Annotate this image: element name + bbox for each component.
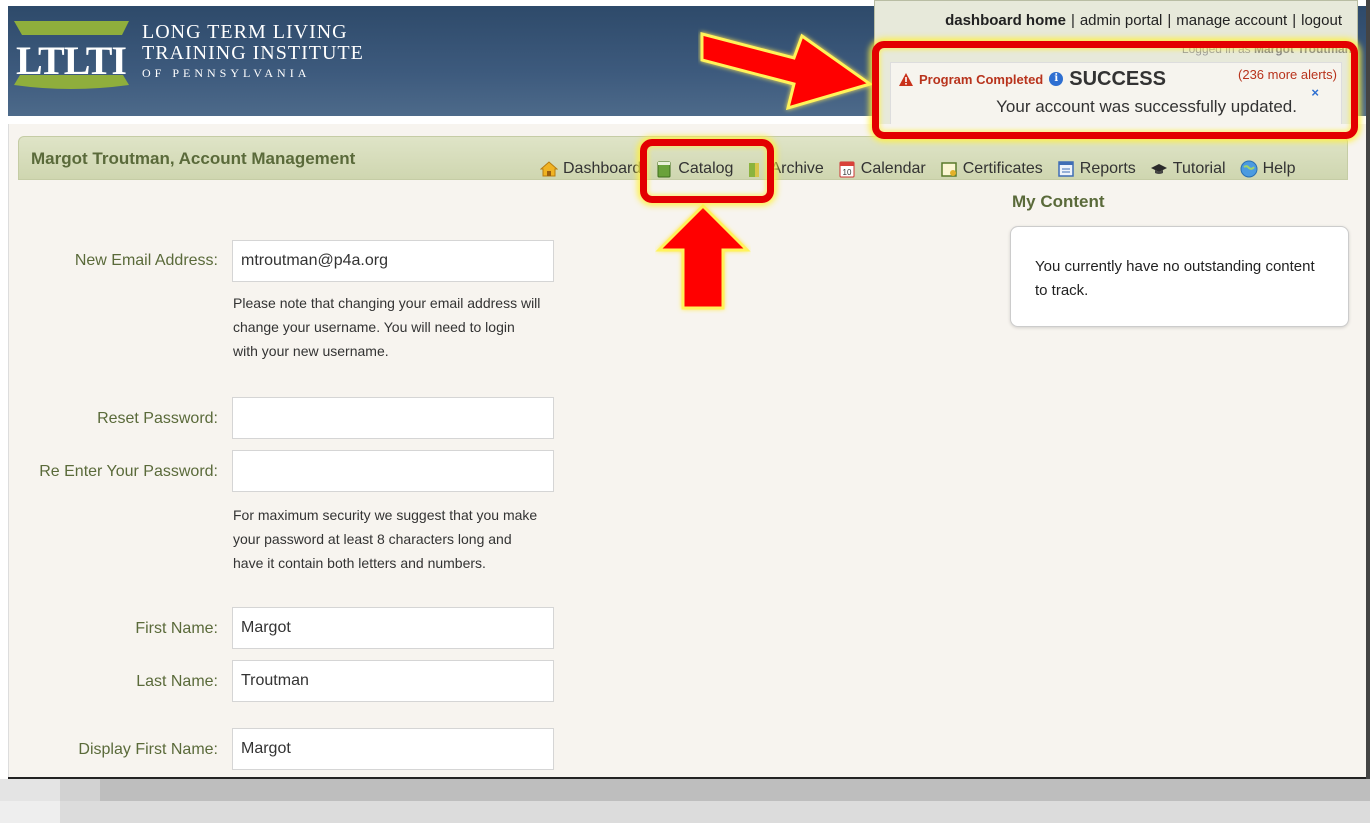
nav-dashboard[interactable]: Dashboard xyxy=(540,160,641,178)
separator: | xyxy=(1292,12,1297,29)
bottom-strip-segment xyxy=(0,801,60,823)
nav-help[interactable]: Help xyxy=(1240,160,1296,178)
logo-bottom-leaf-icon xyxy=(14,75,129,89)
nav-certificates-label: Certificates xyxy=(962,160,1043,177)
nav-dashboard-label: Dashboard xyxy=(563,160,642,177)
bottom-strip xyxy=(0,801,1370,823)
manage-account-link[interactable]: manage account xyxy=(1176,12,1287,29)
my-content-title: My Content xyxy=(1012,192,1105,211)
nav-certificates[interactable]: Certificates xyxy=(940,160,1043,178)
nav-help-label: Help xyxy=(1262,160,1296,177)
my-content-message: You currently have no outstanding conten… xyxy=(1035,258,1315,299)
graduation-cap-icon xyxy=(1150,164,1167,174)
logo-top-leaf-icon xyxy=(14,21,129,35)
bottom-strip xyxy=(0,779,1370,801)
bottom-strip-segment xyxy=(60,779,100,801)
catalog-highlight-box xyxy=(640,139,774,203)
nav-reports-label: Reports xyxy=(1079,160,1136,177)
ltlti-logo[interactable]: LTLTI xyxy=(14,19,129,91)
email-help-text: Please note that changing your email add… xyxy=(233,295,541,359)
calendar-icon-day: 10 xyxy=(842,168,851,177)
last-name-field[interactable] xyxy=(232,660,554,702)
separator: | xyxy=(1167,12,1172,29)
red-arrow-right-annotation xyxy=(700,32,874,111)
calendar-icon: 10 xyxy=(839,161,855,178)
org-name: LONG TERM LIVING TRAINING INSTITUTE OF P… xyxy=(142,22,364,82)
help-globe-icon xyxy=(1240,160,1258,178)
display-first-name-field[interactable] xyxy=(232,728,554,770)
display-first-name-label: Display First Name: xyxy=(78,741,218,758)
org-name-line2: TRAINING INSTITUTE xyxy=(142,42,364,64)
page-title: Margot Troutman, Account Management xyxy=(31,149,356,168)
alert-highlight-box xyxy=(872,41,1358,139)
nav-calendar[interactable]: 10 Calendar xyxy=(838,160,926,178)
nav-reports[interactable]: Reports xyxy=(1057,160,1136,178)
nav-tutorial-label: Tutorial xyxy=(1172,160,1226,177)
home-icon xyxy=(540,161,558,177)
my-content-panel: You currently have no outstanding conten… xyxy=(1010,226,1349,327)
nav-archive-label: Archive xyxy=(770,160,824,177)
logout-link[interactable]: logout xyxy=(1301,12,1342,29)
reports-icon xyxy=(1058,161,1074,177)
email-field[interactable] xyxy=(232,240,554,282)
nav-tutorial[interactable]: Tutorial xyxy=(1150,160,1226,178)
first-name-field[interactable] xyxy=(232,607,554,649)
org-name-line1: LONG TERM LIVING xyxy=(142,21,348,43)
top-links: dashboard home | admin portal | manage accou… xyxy=(945,12,1342,29)
bottom-strip-segment xyxy=(0,779,60,801)
separator: | xyxy=(1070,12,1075,29)
reenter-password-field[interactable] xyxy=(232,450,554,492)
org-name-line3: OF PENNSYLVANIA xyxy=(142,66,311,80)
nav-calendar-label: Calendar xyxy=(860,160,926,177)
red-arrow-up-annotation xyxy=(655,203,751,310)
certificate-icon xyxy=(940,162,957,177)
dashboard-home-link[interactable]: dashboard home xyxy=(945,12,1066,29)
reset-password-label: Reset Password: xyxy=(97,410,218,427)
reset-password-field[interactable] xyxy=(232,397,554,439)
admin-portal-link[interactable]: admin portal xyxy=(1080,12,1163,29)
window-right-edge xyxy=(1366,0,1370,779)
first-name-label: First Name: xyxy=(135,620,218,637)
password-help-text: For maximum security we suggest that you… xyxy=(233,507,538,571)
email-label: New Email Address: xyxy=(74,252,218,269)
reenter-password-label: Re Enter Your Password: xyxy=(39,463,218,480)
last-name-label: Last Name: xyxy=(136,673,218,690)
